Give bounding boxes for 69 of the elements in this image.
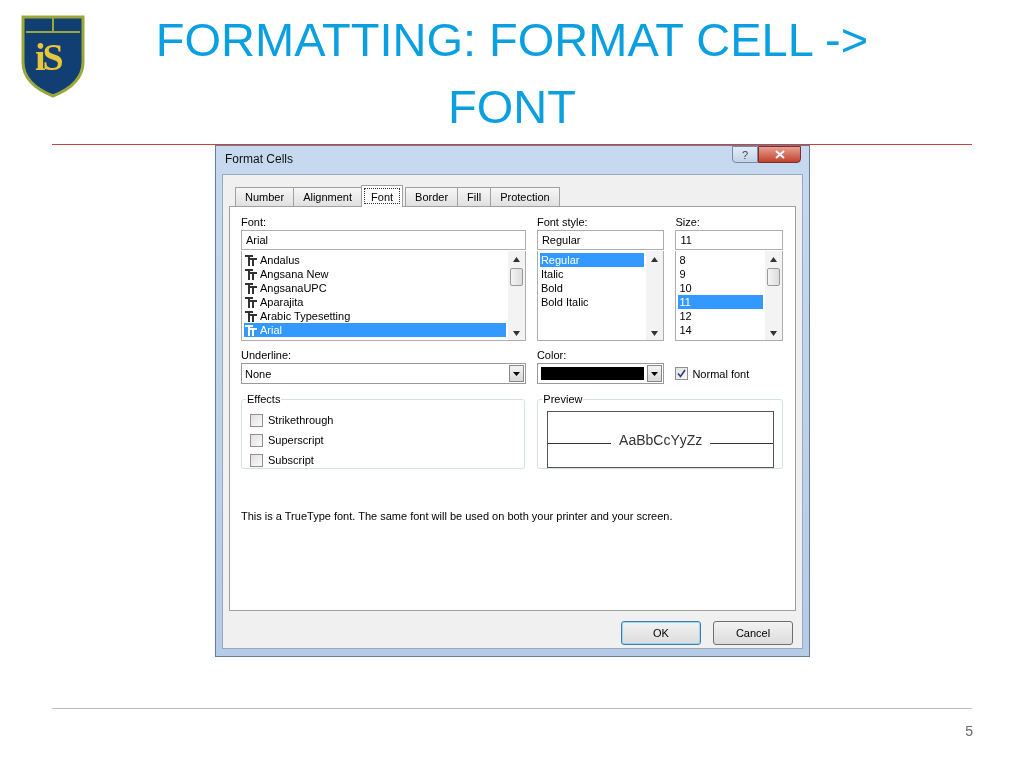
text-field[interactable]: Arial: [241, 230, 526, 250]
checkbox-label: Subscript: [268, 454, 314, 466]
checkbox-label: Strikethrough: [268, 414, 334, 426]
field-label: Underline:: [241, 348, 293, 362]
list-item[interactable]: 14: [678, 323, 763, 337]
truetype-icon: [245, 324, 257, 336]
list-item[interactable]: Angsana New: [244, 267, 506, 281]
group-title: Preview: [542, 392, 584, 406]
scroll-up-icon[interactable]: [770, 257, 777, 262]
tab[interactable]: Fill: [457, 187, 492, 206]
scroll-up-icon[interactable]: [512, 257, 520, 262]
tab[interactable]: Font: [361, 185, 404, 207]
tab[interactable]: Protection: [490, 187, 560, 206]
scroll-up-icon[interactable]: [651, 257, 659, 262]
info-text: This is a TrueType font. The same font will be used on both your printer and your screen.: [241, 509, 674, 523]
tab[interactable]: Alignment: [293, 187, 363, 206]
scroll-down-icon[interactable]: [512, 331, 520, 336]
list-item[interactable]: 8: [678, 253, 763, 267]
checkbox[interactable]: [250, 413, 263, 427]
tab[interactable]: Number: [235, 187, 295, 206]
caret-icon: [651, 371, 659, 376]
truetype-icon: [245, 282, 257, 294]
text-field[interactable]: 11: [675, 230, 783, 250]
field-label: Font:: [241, 215, 268, 229]
list-item[interactable]: Andalus: [244, 253, 506, 267]
scrollbar[interactable]: [646, 251, 664, 340]
truetype-icon: [245, 296, 257, 308]
list-item[interactable]: Italic: [539, 267, 645, 281]
checkbox[interactable]: [250, 433, 263, 447]
list-item[interactable]: 12: [678, 309, 763, 323]
scrollbar[interactable]: [507, 251, 525, 340]
list-item[interactable]: Arabic Typesetting: [244, 309, 506, 323]
scrollbar[interactable]: [765, 251, 782, 340]
close-icon: [774, 150, 785, 159]
scroll-down-icon[interactable]: [651, 331, 659, 336]
checkbox-label: Normal font: [692, 367, 750, 380]
list-item[interactable]: Aparajita: [244, 295, 506, 309]
color-dropdown[interactable]: [536, 363, 665, 384]
scrollbar-thumb[interactable]: [767, 268, 780, 286]
page-number: 5: [965, 723, 973, 739]
slide-title: FORMATTING: FORMAT CELL -> FONT: [154, 12, 870, 135]
truetype-icon: [245, 254, 257, 266]
underline-dropdown[interactable]: None: [241, 363, 526, 384]
scrollbar-thumb[interactable]: [509, 268, 523, 286]
list-item[interactable]: 10: [678, 281, 763, 295]
logo-letters: iS: [35, 38, 61, 76]
list-item[interactable]: Bold Italic: [539, 295, 645, 309]
field-label: Font style:: [536, 215, 589, 229]
help-button[interactable]: ?: [732, 146, 758, 163]
checkbox-label: Superscript: [268, 434, 324, 446]
list-item[interactable]: 9: [678, 267, 763, 281]
cancel-button[interactable]: Cancel: [713, 621, 793, 645]
ok-button[interactable]: OK: [621, 621, 701, 645]
field-label: Color:: [536, 348, 568, 362]
preview-sample: AaBbCcYyZz: [619, 431, 703, 448]
list-item[interactable]: Bold: [539, 281, 645, 295]
text-field[interactable]: Regular: [536, 230, 665, 250]
checkbox[interactable]: [675, 367, 689, 380]
truetype-icon: [245, 310, 257, 322]
list-item[interactable]: AngsanaUPC: [244, 281, 506, 295]
tab[interactable]: Border: [405, 187, 459, 206]
scroll-down-icon[interactable]: [770, 331, 777, 336]
checkbox[interactable]: [250, 453, 263, 467]
window-title: Format Cells: [225, 152, 293, 166]
group-title: Effects: [246, 392, 282, 406]
field-label: Size:: [675, 215, 701, 229]
truetype-icon: [245, 268, 257, 280]
caret-icon: [512, 371, 520, 376]
close-button[interactable]: [758, 146, 801, 163]
